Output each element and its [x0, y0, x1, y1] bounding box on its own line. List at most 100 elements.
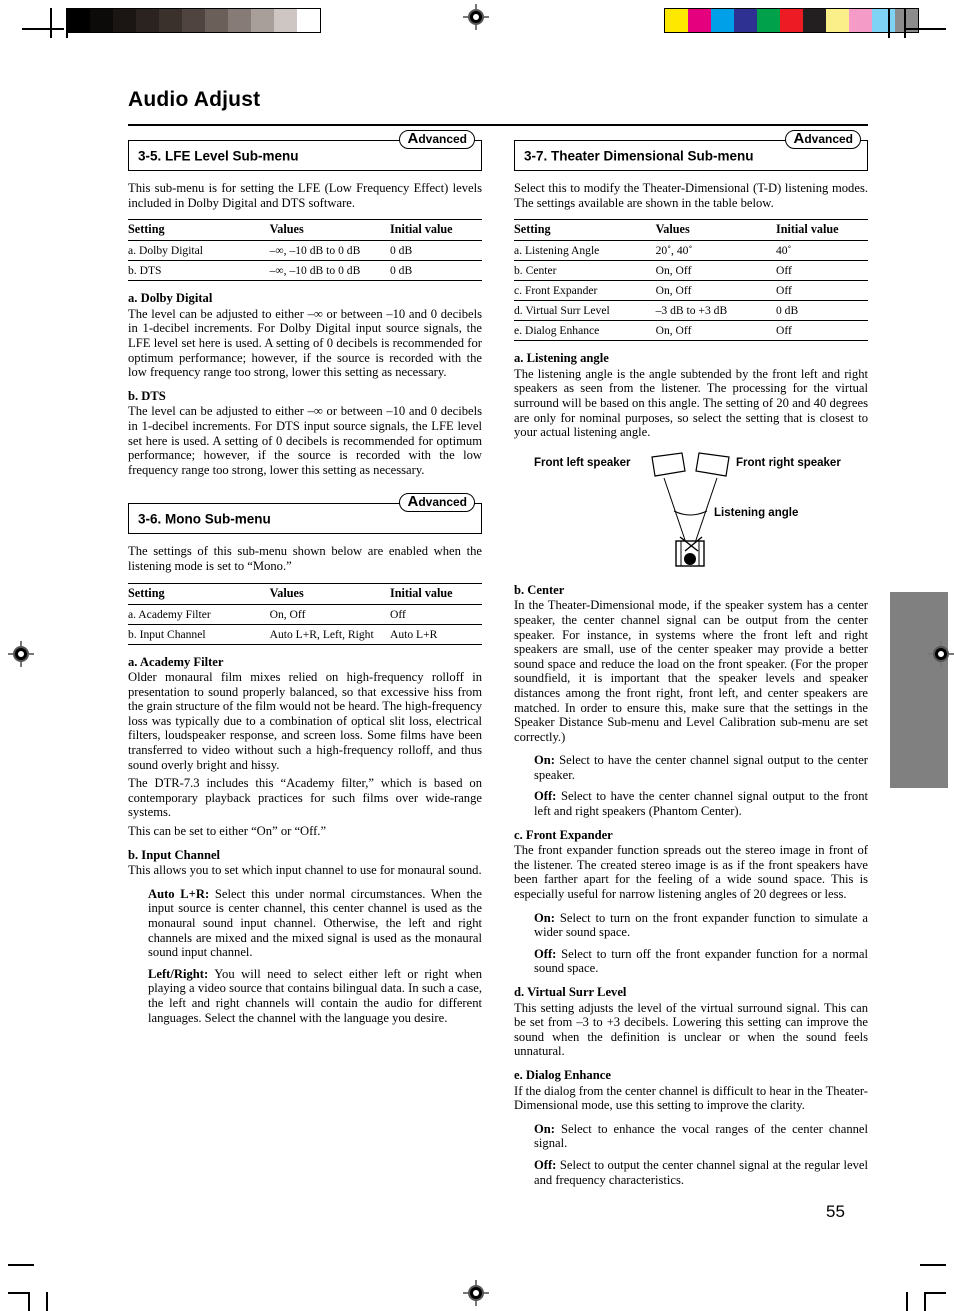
cell-initial: 0 dB — [389, 240, 482, 262]
lfe-intro-text: This sub-menu is for setting the LFE (Lo… — [128, 181, 482, 210]
cell-initial: 40˚ — [775, 240, 868, 262]
td-intro-text: Select this to modify the Theater-Dimens… — [514, 181, 868, 210]
left-column: 3-5. LFE Level Sub-menu Advanced This su… — [128, 130, 482, 1032]
option-text: Select to have the center channel signal… — [534, 753, 868, 782]
section-header-mono: 3-6. Mono Sub-menu Advanced — [128, 493, 482, 535]
subheading-input-channel: b. Input Channel — [128, 847, 221, 862]
body-dolby-digital: The level can be adjusted to either –∞ o… — [128, 306, 482, 380]
cell-values: On, Off — [655, 260, 776, 282]
section-header-lfe: 3-5. LFE Level Sub-menu Advanced — [128, 130, 482, 171]
mono-settings-table: Setting Values Initial value a. Academy … — [128, 582, 482, 645]
body-center: In the Theater-Dimensional mode, if the … — [514, 598, 868, 744]
cell-setting: c. Front Expander — [514, 280, 656, 302]
cell-values: On, Off — [655, 280, 776, 302]
cell-initial: 0 dB — [389, 260, 482, 282]
column-header-setting: Setting — [128, 582, 270, 605]
option-dialog-enhance-on: On: Select to enhance the vocal ranges o… — [514, 1122, 868, 1151]
body-dts: The level can be adjusted to either –∞ o… — [128, 404, 482, 477]
body-input-channel: This allows you to set which input chann… — [128, 863, 482, 878]
option-auto-lr: Auto L+R: Select this under normal circu… — [128, 887, 482, 960]
option-label: Auto L+R: — [148, 886, 210, 901]
page-number: 55 — [826, 1202, 845, 1221]
cell-setting: a. Dolby Digital — [128, 240, 270, 262]
option-text: Select to turn off the front expander fu… — [534, 946, 868, 976]
diagram-label-front-left-speaker: Front left speaker — [534, 456, 631, 469]
cell-setting: d. Virtual Surr Level — [514, 300, 656, 322]
table-row: e. Dialog Enhance On, Off Off — [514, 320, 868, 342]
body-academy-para2: The DTR-7.3 includes this “Academy filte… — [128, 776, 482, 820]
column-header-values: Values — [269, 582, 390, 605]
body-listening-angle: The listening angle is the angle subtend… — [514, 366, 868, 440]
option-left-right: Left/Right: You will need to select eith… — [128, 967, 482, 1025]
option-label: On: — [534, 753, 555, 768]
title-divider — [128, 124, 868, 126]
section-title-theater-dimensional: 3-7. Theater Dimensional Sub-menu — [524, 148, 754, 163]
cell-initial: Off — [775, 280, 868, 302]
table-row: b. Center On, Off Off — [514, 260, 868, 282]
cell-setting: a. Listening Angle — [514, 240, 656, 262]
td-settings-table: Setting Values Initial value a. Listenin… — [514, 219, 868, 342]
section-header-theater-dimensional: 3-7. Theater Dimensional Sub-menu Advanc… — [514, 130, 868, 171]
option-front-expander-off: Off: Select to turn off the front expand… — [514, 947, 868, 976]
body-academy-para3: This can be set to either “On” or “Off.” — [128, 824, 327, 839]
mono-intro-text: The settings of this sub-menu shown belo… — [128, 544, 482, 573]
subheading-academy-filter: a. Academy Filter — [128, 654, 224, 669]
cell-setting: e. Dialog Enhance — [514, 320, 656, 342]
subheading-dts: b. DTS — [128, 388, 166, 403]
cell-values: On, Off — [269, 604, 390, 625]
column-header-initial: Initial value — [775, 219, 868, 242]
column-header-initial: Initial value — [389, 582, 482, 605]
cell-initial: Auto L+R — [389, 624, 482, 645]
cell-initial: Off — [775, 320, 868, 342]
listener-icon — [675, 536, 705, 567]
cell-setting: a. Academy Filter — [128, 604, 270, 625]
table-header-row: Setting Values Initial value — [128, 582, 482, 605]
advanced-badge: Advanced — [785, 130, 861, 149]
table-row: b. Input Channel Auto L+R, Left, Right A… — [128, 624, 482, 645]
cell-values: On, Off — [655, 320, 776, 342]
option-center-off: Off: Select to have the center channel s… — [514, 789, 868, 818]
cell-initial: Off — [775, 260, 868, 282]
column-header-setting: Setting — [128, 219, 270, 242]
cell-values: Auto L+R, Left, Right — [269, 624, 390, 645]
cell-setting: b. Center — [514, 260, 656, 282]
option-label: On: — [534, 910, 555, 925]
option-dialog-enhance-off: Off: Select to output the center channel… — [514, 1158, 868, 1187]
table-row: b. DTS –∞, –10 dB to 0 dB 0 dB — [128, 260, 482, 282]
cell-values: –∞, –10 dB to 0 dB — [269, 240, 390, 262]
page-title: Audio Adjust — [128, 88, 261, 111]
option-text: Select to enhance the vocal ranges of th… — [534, 1121, 868, 1151]
option-label: Off: — [534, 1157, 557, 1172]
table-header-row: Setting Values Initial value — [514, 219, 868, 242]
option-text: Select to turn on the front expander fun… — [534, 910, 868, 940]
cell-setting: b. Input Channel — [128, 624, 270, 645]
subheading-dialog-enhance: e. Dialog Enhance — [514, 1067, 611, 1082]
column-header-values: Values — [655, 219, 776, 242]
section-title-lfe: 3-5. LFE Level Sub-menu — [138, 148, 299, 163]
subheading-virtual-surr-level: d. Virtual Surr Level — [514, 985, 627, 999]
cell-values: –∞, –10 dB to 0 dB — [269, 260, 390, 282]
subheading-dolby-digital: a. Dolby Digital — [128, 291, 213, 306]
cell-values: –3 dB to +3 dB — [655, 300, 776, 322]
advanced-badge: Advanced — [399, 130, 475, 149]
option-label: Off: — [534, 789, 557, 804]
option-label: On: — [534, 1121, 555, 1136]
column-header-values: Values — [269, 219, 390, 242]
document-page: Audio Adjust 3-5. LFE Level Sub-menu Adv… — [0, 0, 954, 1311]
right-column: 3-7. Theater Dimensional Sub-menu Advanc… — [514, 130, 868, 1194]
body-virtual-surr-level: This setting adjusts the level of the vi… — [514, 1000, 868, 1059]
cell-initial: Off — [389, 604, 482, 625]
body-academy-para1: Older monaural film mixes relied on high… — [128, 670, 482, 772]
column-header-initial: Initial value — [389, 219, 482, 242]
table-row: c. Front Expander On, Off Off — [514, 280, 868, 302]
table-row: a. Listening Angle 20˚, 40˚ 40˚ — [514, 240, 868, 262]
option-text: Select to have the center channel signal… — [534, 789, 868, 819]
cell-initial: 0 dB — [775, 300, 868, 322]
body-front-expander: The front expander function spreads out … — [514, 843, 868, 902]
section-title-mono: 3-6. Mono Sub-menu — [138, 511, 271, 527]
listening-angle-diagram: Front left speaker Front right speaker L… — [514, 449, 868, 571]
cell-setting: b. DTS — [128, 260, 270, 282]
diagram-label-listening-angle: Listening angle — [714, 506, 799, 519]
advanced-badge: Advanced — [399, 493, 475, 513]
option-label: Off: — [534, 946, 557, 961]
